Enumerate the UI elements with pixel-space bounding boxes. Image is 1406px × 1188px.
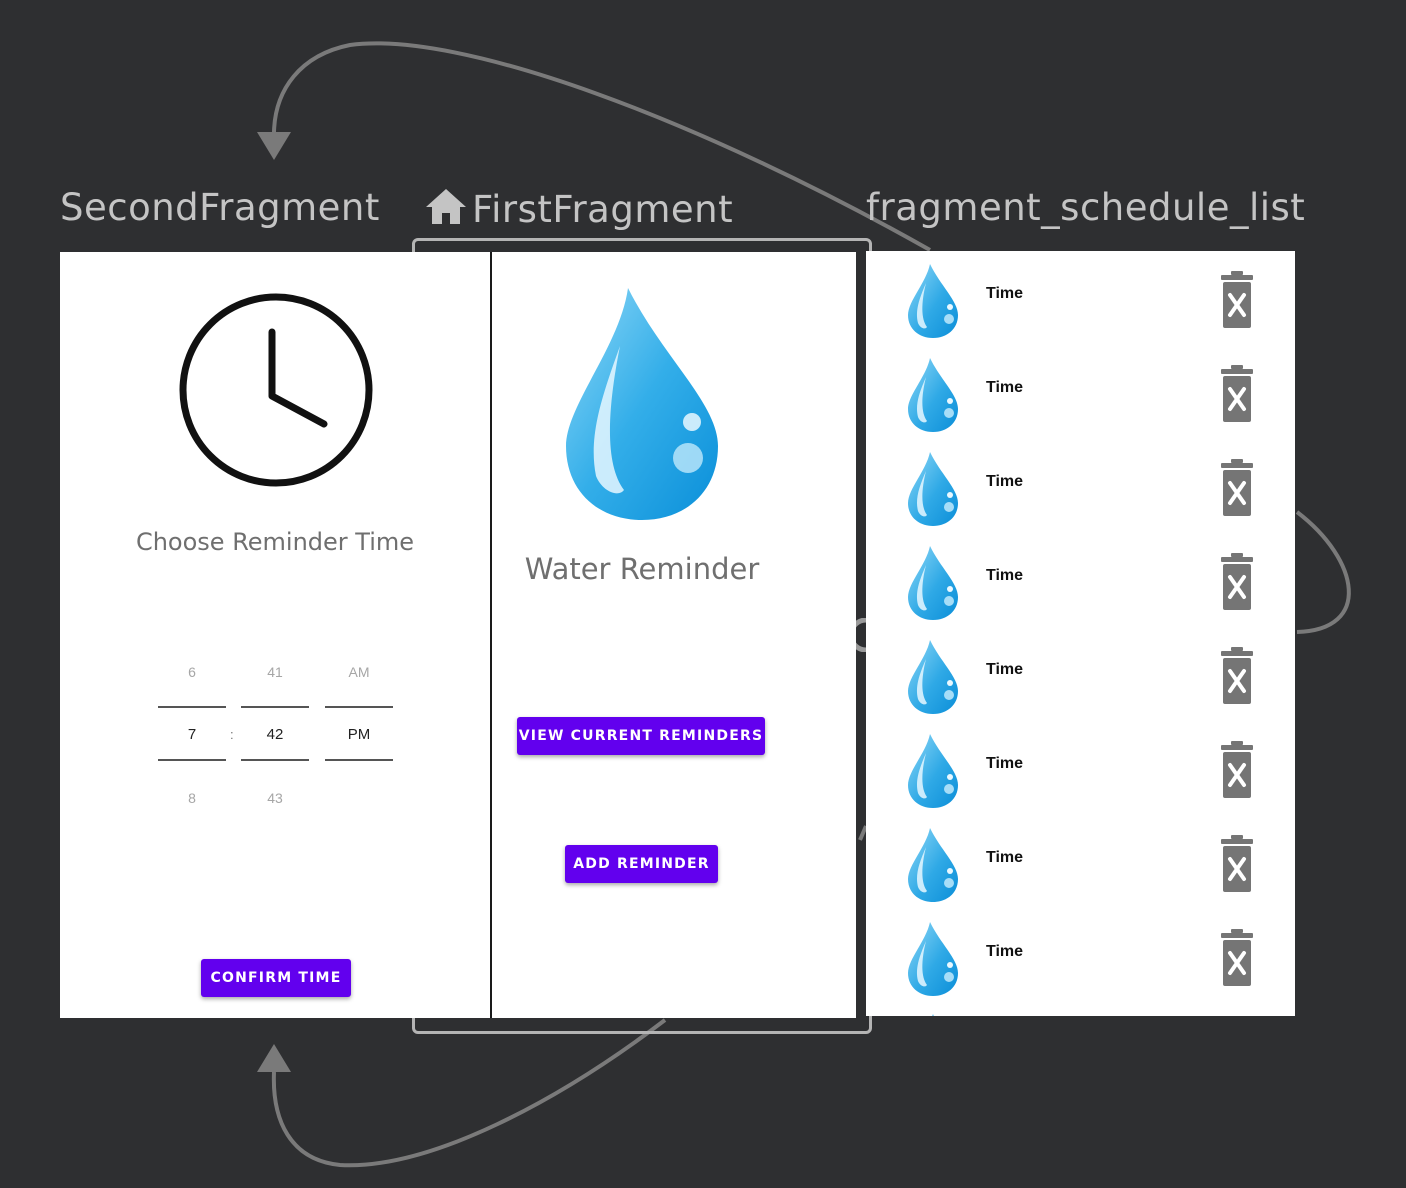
water-drop-icon: [906, 639, 960, 715]
home-icon: [426, 189, 466, 224]
trash-icon[interactable]: [1220, 553, 1254, 613]
trash-icon[interactable]: [1220, 365, 1254, 425]
minute-next[interactable]: 43: [241, 790, 309, 806]
ampm-picker[interactable]: AM PM: [325, 652, 393, 812]
arrowhead-second-bottom: [257, 1044, 291, 1072]
trash-icon[interactable]: [1220, 459, 1254, 519]
water-drop-icon: [906, 263, 960, 339]
time-picker[interactable]: 6 7 8 : 41 42 43 AM PM: [158, 652, 394, 812]
list-item[interactable]: Time: [866, 725, 1295, 819]
ampm-selected[interactable]: PM: [325, 726, 393, 743]
reminder-time-label: Time: [986, 379, 1024, 396]
reminder-time-label: Time: [986, 473, 1024, 490]
picker-divider: [158, 759, 226, 761]
water-drop-icon: [930, 1009, 936, 1016]
reminder-time-label: Time: [986, 661, 1024, 678]
time-separator: :: [230, 727, 234, 742]
water-drop-icon: [906, 921, 960, 997]
reminder-time-label: Time: [986, 849, 1024, 866]
choose-reminder-heading: Choose Reminder Time: [135, 528, 415, 556]
hour-selected[interactable]: 7: [158, 726, 226, 743]
hour-picker[interactable]: 6 7 8: [158, 652, 226, 812]
arrow-schedule-self-loop: [1295, 510, 1351, 634]
minute-prev[interactable]: 41: [241, 664, 309, 680]
minute-selected[interactable]: 42: [241, 726, 309, 743]
reminder-time-label: Time: [986, 285, 1024, 302]
schedule-fragment-title[interactable]: fragment_schedule_list: [866, 186, 1305, 229]
list-item[interactable]: Time: [866, 819, 1295, 913]
water-drop-icon: [906, 451, 960, 527]
water-drop-icon: [906, 357, 960, 433]
picker-divider: [158, 706, 226, 708]
confirm-time-button[interactable]: CONFIRM TIME: [201, 959, 351, 997]
add-reminder-button[interactable]: ADD REMINDER: [565, 845, 718, 883]
ampm-prev[interactable]: AM: [325, 664, 393, 680]
hour-prev[interactable]: 6: [158, 664, 226, 680]
reminder-time-label: Time: [986, 943, 1024, 960]
arrow-schedule-to-second: [271, 1018, 667, 1168]
view-current-reminders-button[interactable]: VIEW CURRENT REMINDERS: [517, 717, 765, 755]
trash-icon[interactable]: [1220, 929, 1254, 989]
list-item[interactable]: Time: [866, 913, 1295, 1007]
clock-icon: [179, 293, 373, 487]
second-fragment-title[interactable]: SecondFragment: [60, 186, 380, 229]
picker-divider: [241, 706, 309, 708]
schedule-list-screen[interactable]: Time Time Time Time Time Time Time Time: [866, 251, 1295, 1016]
arrowhead-second-top: [257, 132, 291, 160]
first-fragment-title[interactable]: FirstFragment: [424, 186, 733, 231]
trash-icon[interactable]: [1220, 647, 1254, 707]
list-item[interactable]: Time: [866, 255, 1295, 349]
second-fragment-screen[interactable]: Choose Reminder Time 6 7 8 : 41 42 43 AM…: [60, 252, 490, 1018]
water-drop-icon: [906, 733, 960, 809]
picker-divider: [325, 706, 393, 708]
reminder-time-label: Time: [986, 567, 1024, 584]
reminder-time-label: Time: [986, 755, 1024, 772]
list-item[interactable]: Time: [866, 537, 1295, 631]
trash-icon[interactable]: [1220, 835, 1254, 895]
screen-divider: [490, 252, 492, 1018]
trash-icon[interactable]: [1220, 741, 1254, 801]
picker-divider: [325, 759, 393, 761]
hour-next[interactable]: 8: [158, 790, 226, 806]
water-drop-icon: [566, 288, 718, 520]
first-fragment-title-text: FirstFragment: [472, 188, 734, 231]
first-fragment-screen[interactable]: Water Reminder VIEW CURRENT REMINDERS AD…: [492, 252, 856, 1018]
water-drop-icon: [906, 827, 960, 903]
list-item[interactable]: Time: [866, 443, 1295, 537]
water-reminder-heading: Water Reminder: [524, 552, 760, 586]
minute-picker[interactable]: 41 42 43: [241, 652, 309, 812]
list-item[interactable]: Time: [866, 349, 1295, 443]
list-item[interactable]: Time: [866, 631, 1295, 725]
trash-icon[interactable]: [1220, 271, 1254, 331]
picker-divider: [241, 759, 309, 761]
water-drop-icon: [906, 545, 960, 621]
